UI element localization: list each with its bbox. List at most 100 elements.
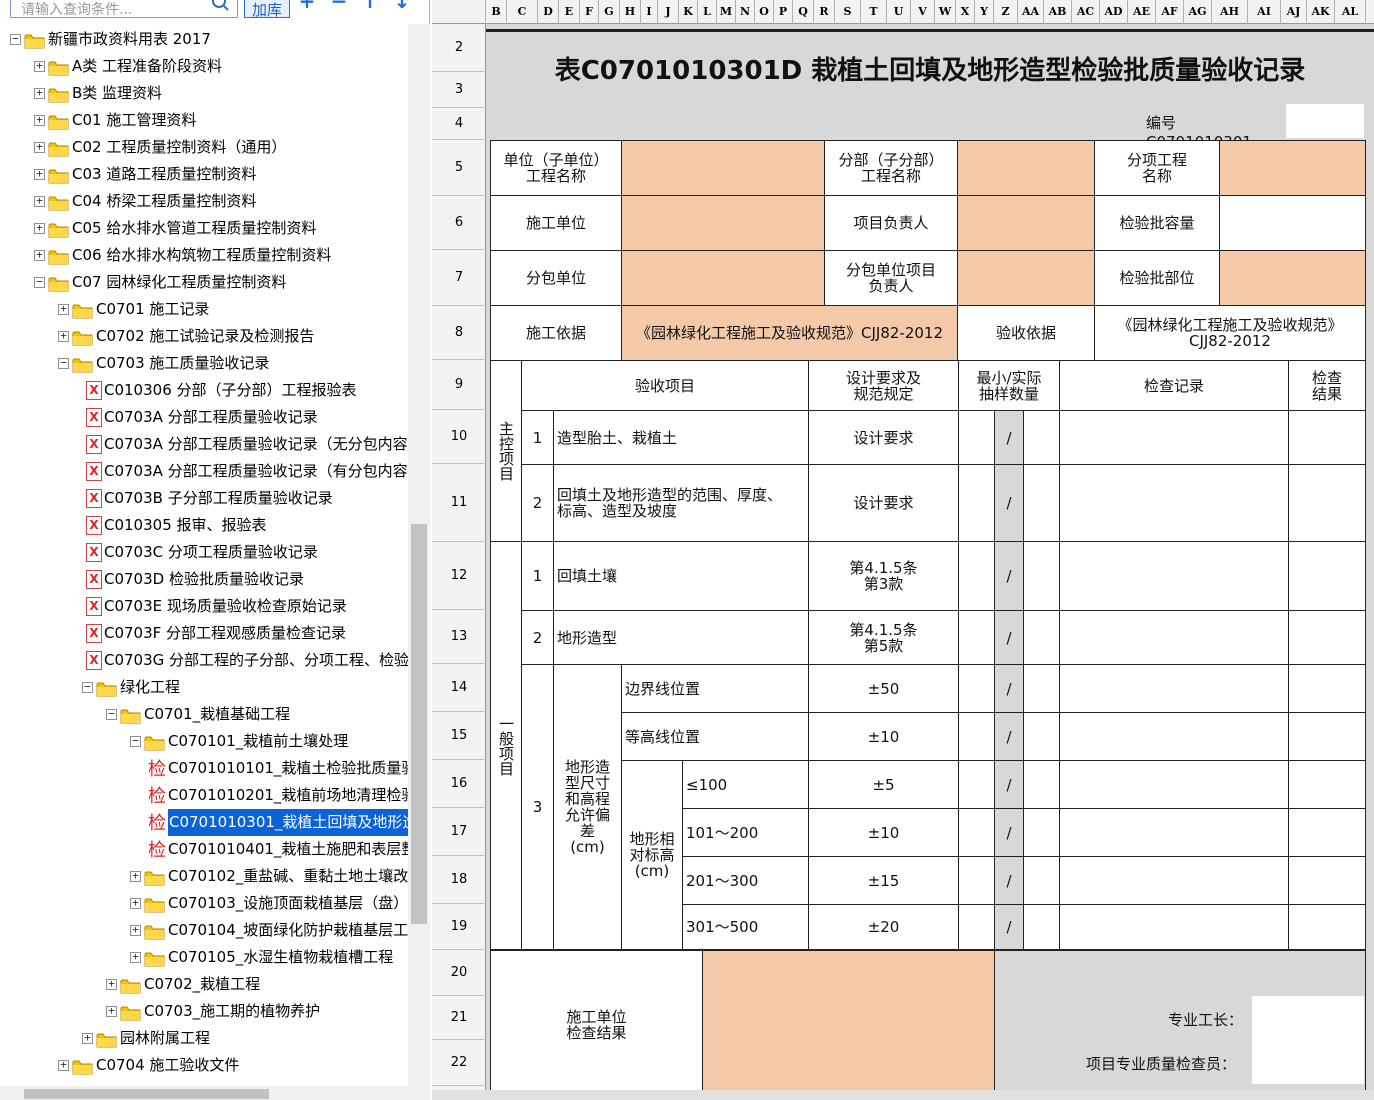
column-header[interactable]: M: [717, 0, 736, 24]
elevation-item-sample-min[interactable]: [958, 856, 995, 905]
tree-item[interactable]: + C06 给水排水构筑物工程质量控制资料: [0, 242, 408, 269]
tree-item[interactable]: 检 C0701010401_栽植土施肥和表层整理: [0, 836, 408, 863]
arrow-up-icon[interactable]: ↑: [361, 0, 379, 12]
tree-item[interactable]: X C0703G 分部工程的子分部、分项工程、检验批: [0, 647, 408, 674]
row-header[interactable]: 13: [432, 610, 486, 664]
general-item-sample-actual[interactable]: [1023, 610, 1060, 665]
tree-item[interactable]: − 新疆市政资料用表 2017: [0, 26, 408, 53]
sub-part-field[interactable]: [957, 140, 1095, 196]
column-header[interactable]: AE: [1128, 0, 1156, 24]
column-header[interactable]: J: [658, 0, 679, 24]
batch-capacity-field[interactable]: [1219, 195, 1366, 251]
tree-item[interactable]: X C0703B 子分部工程质量验收记录: [0, 485, 408, 512]
row-header[interactable]: 18: [432, 856, 486, 904]
form-sheet[interactable]: 表C0701010301D 栽植土回填及地形造型检验批质量验收记录 编号C070…: [486, 24, 1374, 1100]
expand-icon[interactable]: +: [130, 870, 141, 882]
expand-icon[interactable]: +: [82, 1032, 93, 1044]
column-header[interactable]: L: [698, 0, 717, 24]
elevation-item-record[interactable]: [1059, 808, 1289, 857]
row-header[interactable]: 21: [432, 996, 486, 1040]
general-item-result[interactable]: [1288, 541, 1366, 611]
tree-item[interactable]: X C010306 分部（子分部）工程报验表: [0, 377, 408, 404]
row-header[interactable]: 22: [432, 1040, 486, 1086]
tree-item[interactable]: − C07 园林绿化工程质量控制资料: [0, 269, 408, 296]
column-header[interactable]: R: [814, 0, 835, 24]
tree-item[interactable]: X C0703A 分部工程质量验收记录: [0, 404, 408, 431]
general-item-record[interactable]: [1059, 610, 1289, 665]
column-header[interactable]: Y: [975, 0, 994, 24]
tree-item[interactable]: + C03 道路工程质量控制资料: [0, 161, 408, 188]
main-item-sample-min[interactable]: [958, 464, 995, 542]
column-header[interactable]: AF: [1156, 0, 1184, 24]
expand-icon[interactable]: +: [34, 60, 45, 72]
tolerance-item-sample-min[interactable]: [958, 712, 995, 761]
column-header[interactable]: D: [538, 0, 559, 24]
inspector-signature-field[interactable]: [1252, 1040, 1364, 1084]
main-item-result[interactable]: [1288, 464, 1366, 542]
main-item-sample-actual[interactable]: [1023, 410, 1060, 465]
column-header[interactable]: Q: [793, 0, 814, 24]
expand-icon[interactable]: +: [58, 303, 69, 315]
row-header[interactable]: 7: [432, 250, 486, 306]
column-header[interactable]: K: [679, 0, 698, 24]
select-all-corner[interactable]: [432, 0, 486, 24]
row-header[interactable]: 3: [432, 72, 486, 108]
collapse-icon[interactable]: −: [34, 276, 45, 288]
row-header[interactable]: 11: [432, 464, 486, 542]
column-header[interactable]: AC: [1072, 0, 1100, 24]
column-header[interactable]: X: [956, 0, 975, 24]
expand-icon[interactable]: +: [34, 168, 45, 180]
column-header[interactable]: AD: [1100, 0, 1128, 24]
collapse-icon[interactable]: −: [82, 681, 93, 693]
expand-icon[interactable]: +: [130, 897, 141, 909]
column-header[interactable]: P: [774, 0, 793, 24]
row-header[interactable]: 12: [432, 542, 486, 610]
tree-item[interactable]: − C0701_栽植基础工程: [0, 701, 408, 728]
column-header[interactable]: V: [911, 0, 935, 24]
acceptance-basis-value[interactable]: 《园林绿化工程施工及验收规范》 CJJ82-2012: [1094, 305, 1366, 361]
subcontractor-field[interactable]: [621, 250, 825, 306]
tree-item[interactable]: + C0702 施工试验记录及检测报告: [0, 323, 408, 350]
elevation-item-sample-min[interactable]: [958, 760, 995, 809]
tolerance-item-sample-actual[interactable]: [1023, 664, 1060, 713]
tree-item[interactable]: + 园林附属工程: [0, 1025, 408, 1052]
tree-item[interactable]: + C0704 施工验收文件: [0, 1052, 408, 1079]
tolerance-item-sample-actual[interactable]: [1023, 712, 1060, 761]
sheet-tab-bar[interactable]: [432, 1090, 1374, 1100]
expand-icon[interactable]: +: [58, 1059, 69, 1071]
column-header[interactable]: AK: [1307, 0, 1335, 24]
construction-basis-value[interactable]: 《园林绿化工程施工及验收规范》CJJ82-2012: [621, 305, 958, 361]
expand-icon[interactable]: +: [34, 141, 45, 153]
column-header[interactable]: C: [507, 0, 538, 24]
tree-vertical-scrollbar[interactable]: [408, 24, 430, 1086]
row-header[interactable]: 10: [432, 410, 486, 464]
column-header[interactable]: I: [641, 0, 658, 24]
form-code-input[interactable]: [1286, 104, 1364, 138]
collapse-icon[interactable]: −: [58, 357, 69, 369]
plus-icon[interactable]: +: [298, 0, 316, 12]
general-item-result[interactable]: [1288, 610, 1366, 665]
search-icon[interactable]: [212, 0, 230, 12]
column-header[interactable]: S: [835, 0, 861, 24]
column-header[interactable]: G: [599, 0, 620, 24]
tree-item[interactable]: 检 C0701010301_栽植土回填及地形造型: [0, 809, 408, 836]
tolerance-item-result[interactable]: [1288, 664, 1366, 713]
tree-item[interactable]: X C0703C 分项工程质量验收记录: [0, 539, 408, 566]
elevation-item-sample-actual[interactable]: [1023, 856, 1060, 905]
tree-item[interactable]: X C0703A 分部工程质量验收记录（无分包内容）: [0, 431, 408, 458]
collapse-icon[interactable]: −: [10, 33, 21, 45]
row-header[interactable]: 17: [432, 808, 486, 856]
collapse-icon[interactable]: −: [130, 735, 141, 747]
column-header[interactable]: O: [755, 0, 774, 24]
general-item-record[interactable]: [1059, 541, 1289, 611]
column-header[interactable]: U: [887, 0, 911, 24]
constructor-result-field[interactable]: [702, 950, 995, 1100]
constructor-field[interactable]: [621, 195, 825, 251]
tree-item[interactable]: 检C0701010101_栽植土检验批质量验收记录: [0, 755, 408, 782]
row-header[interactable]: 6: [432, 196, 486, 250]
unit-name-field[interactable]: [621, 140, 825, 196]
column-header[interactable]: AB: [1044, 0, 1072, 24]
expand-icon[interactable]: +: [130, 951, 141, 963]
row-header[interactable]: 9: [432, 360, 486, 410]
expand-icon[interactable]: +: [34, 249, 45, 261]
